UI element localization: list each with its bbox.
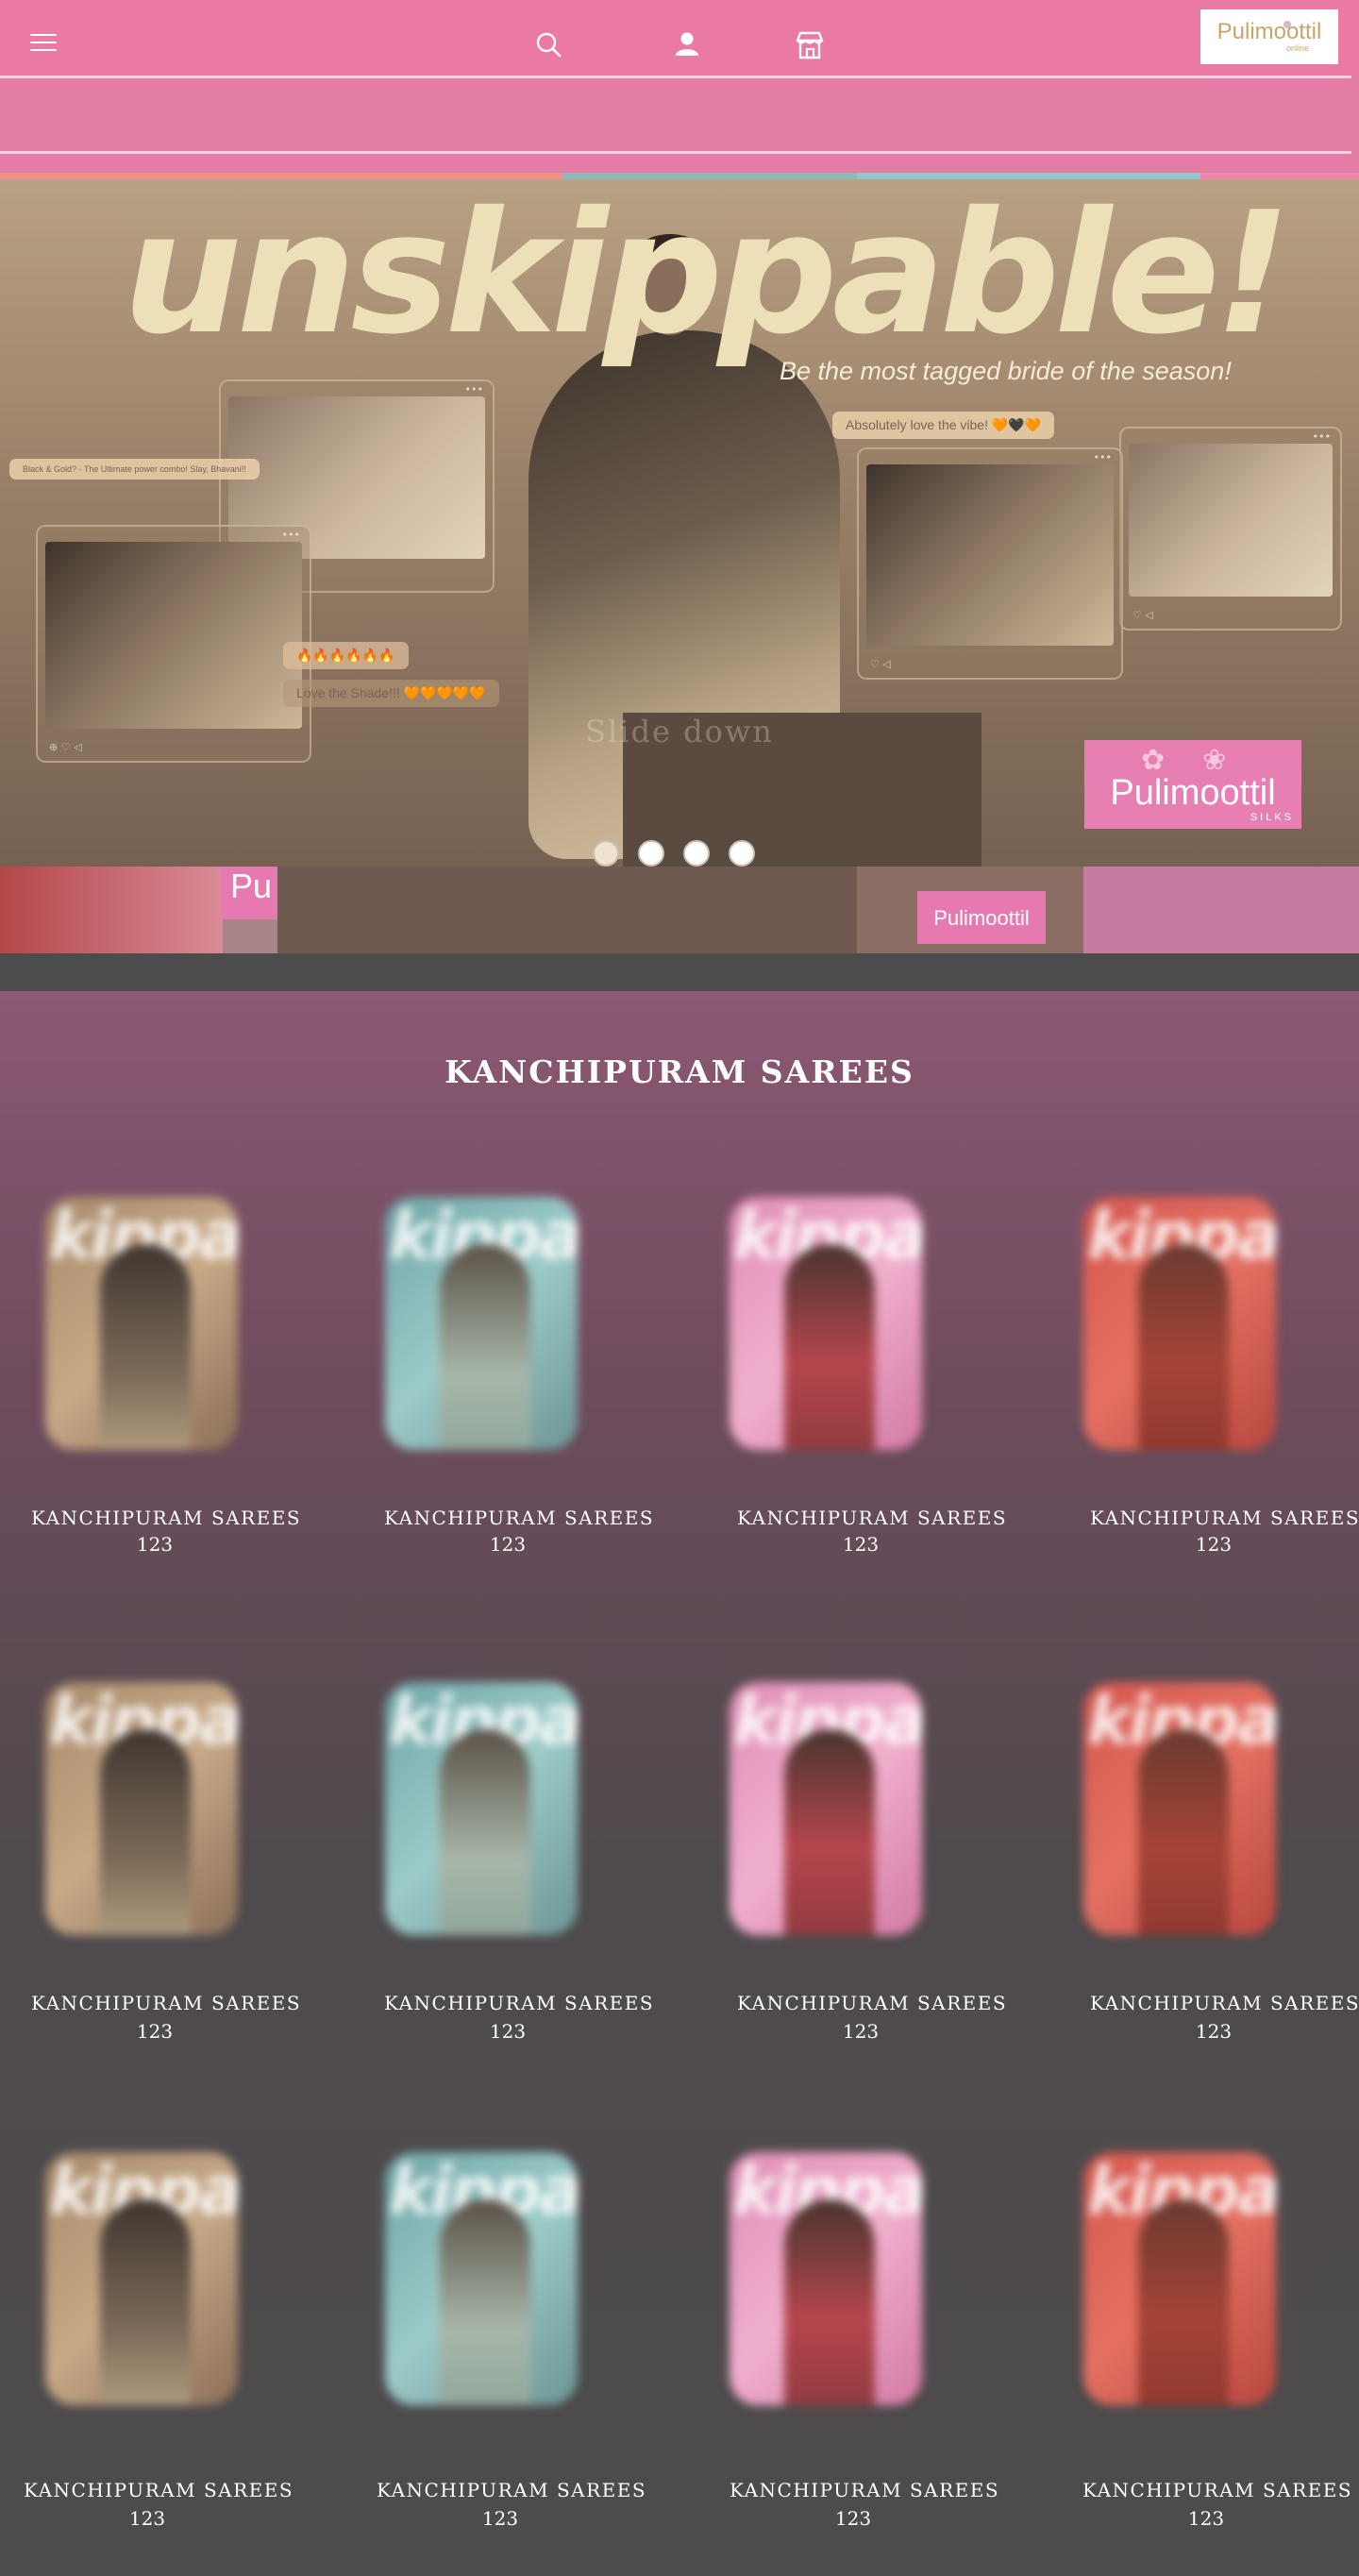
product-name[interactable]: KANCHIPURAM SAREES — [15, 1507, 317, 1529]
product-name[interactable]: KANCHIPURAM SAREES — [8, 2479, 310, 2501]
product-price: 123 — [834, 2507, 872, 2530]
flower-ornament-icon: ✿❀ — [1141, 744, 1265, 777]
accent-strip-blue — [857, 173, 1200, 179]
hero-bottom-strip: Pu Pulimoottil — [0, 867, 1359, 953]
section-title: KANCHIPURAM SAREES — [445, 1053, 914, 1090]
product-price: 123 — [489, 2020, 527, 2043]
product-thumbnail[interactable]: kippa — [385, 1197, 578, 1450]
product-section: KANCHIPURAM SAREES kippa KANCHIPURAM SARE… — [0, 991, 1359, 2576]
product-price: 123 — [842, 2020, 880, 2043]
product-price: 123 — [136, 1533, 174, 1556]
site-header: Pulimoottil online — [0, 0, 1359, 179]
slider-dot-1[interactable] — [593, 840, 619, 867]
hamburger-menu-icon[interactable] — [30, 34, 57, 55]
product-name[interactable]: KANCHIPURAM SAREES — [721, 1507, 1023, 1529]
hero-tagline: Be the most tagged bride of the season! — [780, 357, 1232, 385]
logo-dot-ornament — [1284, 21, 1291, 28]
thumbnail-model-figure — [440, 1729, 530, 1935]
product-thumbnail[interactable]: kippa — [1083, 1197, 1276, 1450]
social-post-card: ••• ♡ ◁ — [857, 447, 1123, 680]
product-thumbnail[interactable]: kippa — [45, 1197, 238, 1450]
thumbnail-model-figure — [784, 1244, 875, 1450]
product-price: 123 — [1195, 1533, 1233, 1556]
hero-banner[interactable]: ••• ••• ♡ ◁ ••• ♡ ◁ ••• ⊕ ♡ ◁ unskippabl… — [0, 179, 1359, 953]
product-thumbnail[interactable]: kippa — [1083, 2152, 1276, 2405]
product-thumbnail[interactable]: kippa — [1083, 1682, 1276, 1935]
pulimoottil-silks-logo: ✿❀ Pulimoottil SILKS — [1084, 740, 1301, 829]
brand-logo[interactable]: Pulimoottil online — [1200, 9, 1338, 64]
social-post-card: ••• ♡ ◁ — [1119, 427, 1342, 631]
product-price: 123 — [481, 2507, 519, 2530]
thumbnail-model-figure — [100, 1244, 191, 1450]
accent-strip-coral — [0, 173, 562, 179]
product-price: 123 — [128, 2507, 166, 2530]
thumbnail-model-figure — [100, 1729, 191, 1935]
thumbnail-model-figure — [100, 2199, 191, 2405]
product-price: 123 — [1187, 2507, 1225, 2530]
accent-strip-teal — [562, 173, 857, 179]
product-name[interactable]: KANCHIPURAM SAREES — [368, 1507, 670, 1529]
slider-dot-2[interactable] — [638, 840, 664, 867]
product-name[interactable]: KANCHIPURAM SAREES — [1066, 2479, 1359, 2501]
comment-bubble: Absolutely love the vibe! 🧡🖤🧡 — [832, 412, 1055, 439]
product-price: 123 — [1195, 2020, 1233, 2043]
accent-strip-pink — [1200, 173, 1359, 179]
product-name[interactable]: KANCHIPURAM SAREES — [721, 1992, 1023, 2014]
product-name[interactable]: KANCHIPURAM SAREES — [361, 2479, 663, 2501]
product-thumbnail[interactable]: kippa — [45, 2152, 238, 2405]
product-thumbnail[interactable]: kippa — [385, 2152, 578, 2405]
product-thumbnail[interactable]: kippa — [385, 1682, 578, 1935]
product-price: 123 — [489, 1533, 527, 1556]
product-thumbnail[interactable]: kippa — [730, 1197, 922, 1450]
slider-dot-3[interactable] — [683, 840, 710, 867]
comment-bubble: Love the Shade!!! 🧡🧡🧡🧡🧡 — [283, 680, 499, 707]
product-name[interactable]: KANCHIPURAM SAREES — [1074, 1992, 1359, 2014]
thumbnail-model-figure — [784, 2199, 875, 2405]
thumbnail-model-figure — [440, 2199, 530, 2405]
product-name[interactable]: KANCHIPURAM SAREES — [713, 2479, 1015, 2501]
hero-slider-dots — [593, 840, 755, 867]
thumbnail-model-figure — [1138, 1244, 1229, 1450]
product-name[interactable]: KANCHIPURAM SAREES — [368, 1992, 670, 2014]
hero-headline: unskippable! — [123, 179, 1291, 371]
small-brand-logo: Pulimoottil — [917, 891, 1046, 944]
comment-bubble: Black & Gold? - The Ultimate power combo… — [9, 459, 260, 480]
product-price: 123 — [136, 2020, 174, 2043]
slider-dot-4[interactable] — [729, 840, 755, 867]
brand-logo-text: Pulimoottil — [1216, 19, 1322, 44]
thumbnail-model-figure — [1138, 1729, 1229, 1935]
thumbnail-model-figure — [784, 1729, 875, 1935]
product-name[interactable]: KANCHIPURAM SAREES — [1074, 1507, 1359, 1529]
product-thumbnail[interactable]: kippa — [45, 1682, 238, 1935]
comment-bubble: 🔥🔥🔥🔥🔥🔥 — [283, 642, 409, 669]
thumbnail-model-figure — [1138, 2199, 1229, 2405]
partial-brand-logo: Pu — [221, 867, 277, 919]
header-divider-top — [0, 76, 1351, 78]
product-thumbnail[interactable]: kippa — [730, 1682, 922, 1935]
product-name[interactable]: KANCHIPURAM SAREES — [15, 1992, 317, 2014]
section-divider-band — [0, 953, 1359, 991]
product-price: 123 — [842, 1533, 880, 1556]
product-thumbnail[interactable]: kippa — [730, 2152, 922, 2405]
search-icon[interactable] — [532, 28, 566, 62]
brand-logo-subtext: online — [1285, 43, 1310, 53]
user-icon[interactable] — [670, 28, 704, 62]
thumbnail-model-figure — [440, 1244, 530, 1450]
header-divider-bottom — [0, 151, 1351, 154]
store-icon[interactable] — [793, 28, 827, 62]
